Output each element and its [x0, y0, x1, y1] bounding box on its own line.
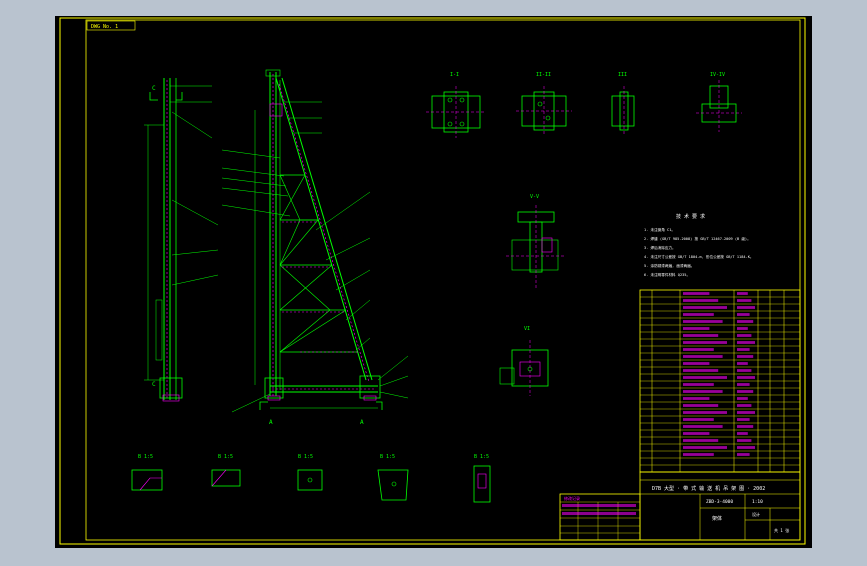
detail-label-3: B 1:5 — [298, 454, 313, 460]
detail-label-5: B 1:5 — [474, 454, 489, 460]
notes-line-3: 3. 焊后消除应力。 — [644, 245, 676, 250]
bom-cell-mark — [737, 348, 750, 351]
section-label-4: IV-IV — [710, 72, 725, 78]
notes-line-6: 6. 未注明零件材料 Q235。 — [644, 272, 690, 277]
notes-line-1: 1. 未注倒角 C1。 — [644, 227, 675, 232]
bom-cell-mark — [737, 292, 748, 295]
section-label-1: I-I — [450, 72, 459, 78]
notes-line-4: 4. 未注尺寸公差按 GB/T 1804-m, 形位公差按 GB/T 1184-… — [644, 254, 753, 259]
bom-cell-mark — [737, 313, 750, 316]
bom-cell-mark — [683, 341, 727, 344]
bom-cell-mark — [683, 320, 723, 323]
title-block-part-name: 架体 — [712, 515, 722, 522]
bom-cell-mark — [737, 306, 755, 309]
bom-cell-mark — [737, 299, 752, 302]
bom-cell-mark — [683, 334, 719, 337]
bom-cell-mark — [737, 341, 755, 344]
bom-cell-mark — [683, 411, 727, 414]
bom-cell-mark — [737, 320, 754, 323]
bom-cell-mark — [683, 418, 714, 421]
bom-cell-mark — [737, 425, 754, 428]
bom-cell-mark — [737, 453, 750, 456]
bom-cell-mark — [683, 425, 723, 428]
bom-cell-mark — [683, 397, 710, 400]
bom-cell-mark — [737, 418, 750, 421]
title-block-company: 设计 — [752, 511, 760, 517]
side-view-label-top: C — [152, 85, 156, 92]
bom-cell-mark — [737, 446, 755, 449]
bom-cell-mark — [683, 404, 719, 407]
top-left-stamp-text: DWG No. 1 — [91, 24, 118, 30]
bom-cell-mark — [683, 313, 714, 316]
notes-line-2: 2. 焊缝 (GB/T 985-2008) 按 GB/T 12467-2009 … — [644, 236, 751, 241]
bom-cell-mark — [683, 362, 710, 365]
bom-cell-mark — [737, 355, 754, 358]
bom-cell-mark — [683, 369, 719, 372]
title-block-drawing-no: ZBD-3-4000 — [706, 499, 733, 505]
bom-cell-mark — [737, 411, 755, 414]
bom-cell-mark — [683, 446, 727, 449]
bom-cell-mark — [737, 334, 752, 337]
bom-cell-mark — [737, 369, 752, 372]
bom-cell-mark — [683, 299, 719, 302]
detail-label-1: B 1:5 — [138, 454, 153, 460]
bom-cell-mark — [737, 397, 748, 400]
bom-cell-mark — [737, 362, 748, 365]
front-view-label-right: A — [360, 419, 364, 426]
title-block-main-title: D7B 大型 · 带 式 输 送 机 吊 架 图 · 2002 — [652, 485, 765, 492]
bom-cell-mark — [683, 306, 727, 309]
bom-cell-mark — [683, 432, 710, 435]
bom-cell-mark — [737, 404, 752, 407]
bom-cell-mark — [683, 439, 719, 442]
bom-cell-mark — [737, 439, 752, 442]
detail-label-2: B 1:5 — [218, 454, 233, 460]
section-label-3: III — [618, 72, 627, 78]
middle-section-label-1: V-V — [530, 194, 539, 200]
title-block-scale: 1:10 — [752, 499, 763, 505]
side-view-label-bottom: C — [152, 381, 156, 388]
bom-cell-mark — [683, 376, 727, 379]
notes-title: 技 术 要 求 — [676, 213, 705, 220]
section-label-2: II-II — [536, 72, 551, 78]
middle-section-label-2: VI — [524, 326, 530, 332]
cad-drawing: DWG No. 1 C C A A I-I II-II III IV-IV V-… — [55, 16, 812, 548]
bom-cell-mark — [683, 390, 723, 393]
bom-cell-mark — [737, 390, 754, 393]
bom-cell-mark — [683, 355, 723, 358]
bom-cell-mark — [737, 383, 750, 386]
revision-block-title: 修改记录 — [564, 495, 580, 501]
bom-cell-mark — [737, 432, 748, 435]
detail-label-4: B 1:5 — [380, 454, 395, 460]
front-view-label-left: A — [269, 419, 273, 426]
notes-line-5: 5. 涂防锈漆两遍, 面漆两遍。 — [644, 263, 694, 268]
title-block-sheet: 共 1 张 — [774, 527, 789, 533]
bom-cell-mark — [683, 327, 710, 330]
bom-cell-mark — [737, 327, 748, 330]
bom-cell-mark — [683, 292, 710, 295]
bom-cell-mark — [683, 383, 714, 386]
bom-cell-mark — [683, 348, 714, 351]
bom-cell-mark — [737, 376, 755, 379]
bom-cell-mark — [683, 453, 714, 456]
cad-viewport: DWG No. 1 C C A A I-I II-II III IV-IV V-… — [0, 0, 867, 562]
